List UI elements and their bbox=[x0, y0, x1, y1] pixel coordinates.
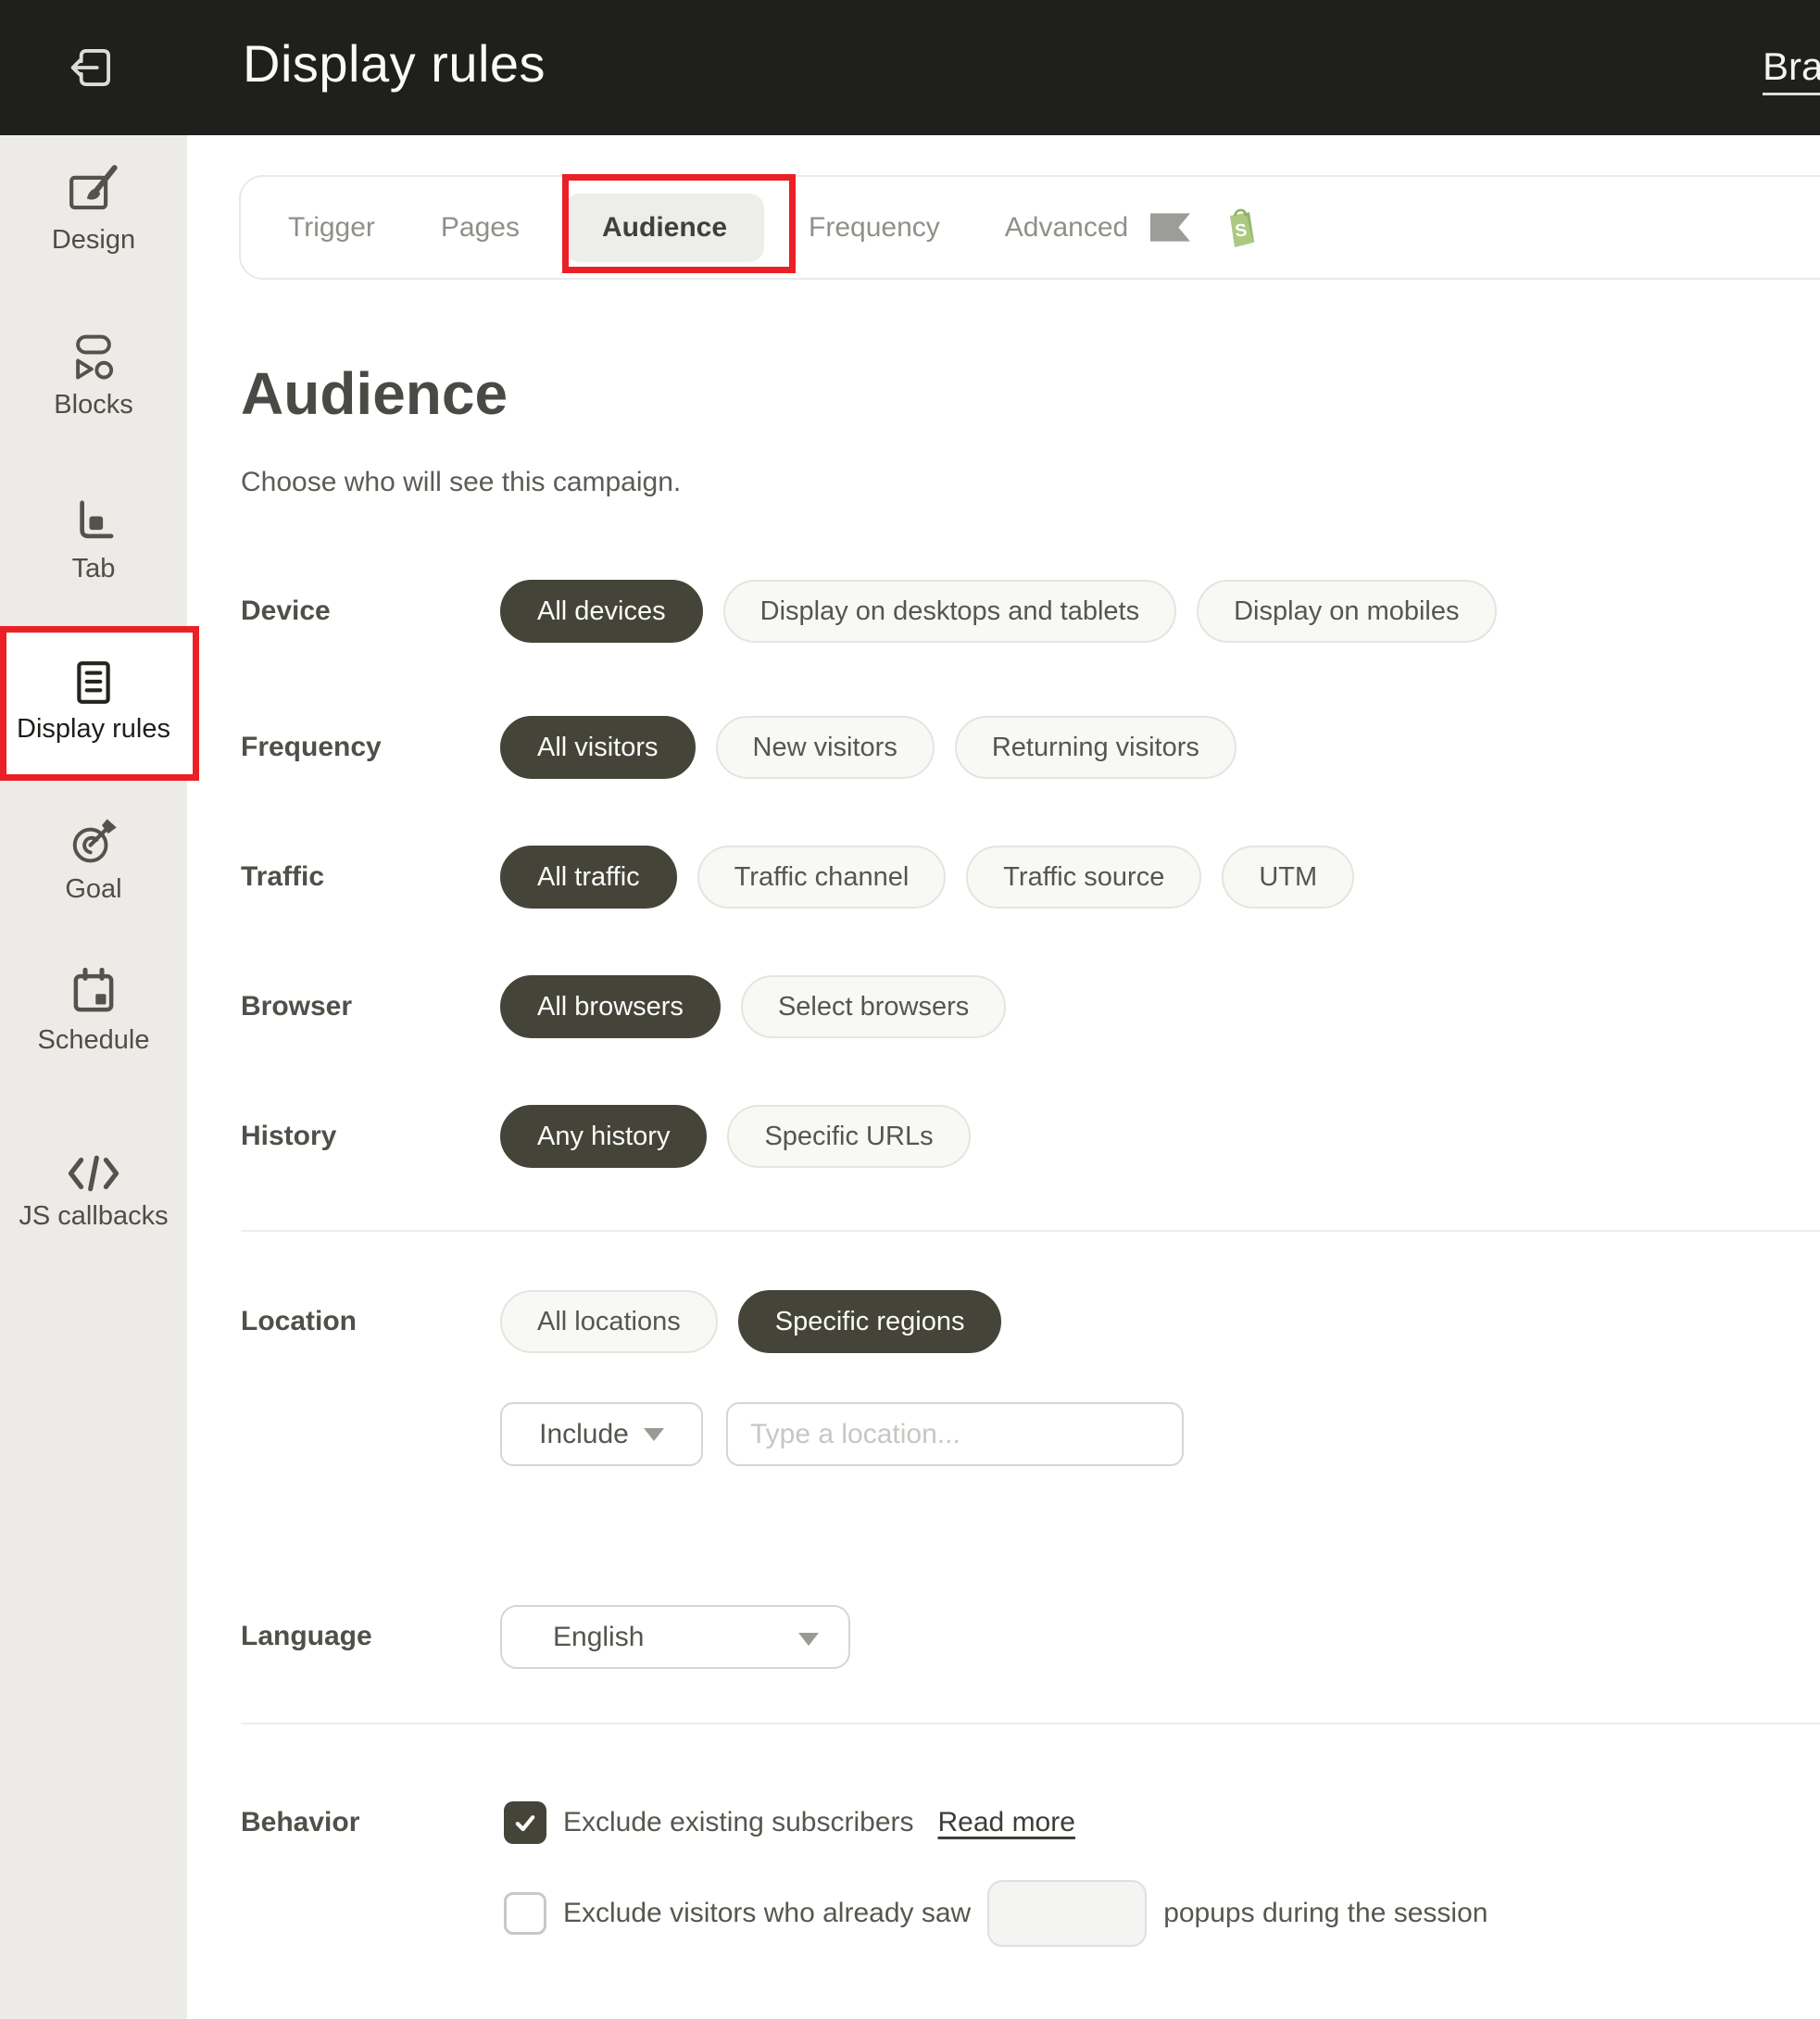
tab-trigger[interactable]: Trigger bbox=[288, 212, 375, 244]
section-title: Audience bbox=[241, 360, 508, 427]
read-more-link[interactable]: Read more bbox=[938, 1807, 1075, 1838]
divider bbox=[241, 1230, 1820, 1232]
sidebar-item-label: Schedule bbox=[0, 1025, 187, 1056]
behavior-exclude-subscribers: Exclude existing subscribers Read more bbox=[504, 1801, 1075, 1844]
option-all-locations[interactable]: All locations bbox=[500, 1290, 718, 1353]
section-subtitle: Choose who will see this campaign. bbox=[241, 467, 681, 498]
row-device: Device All devices Display on desktops a… bbox=[241, 580, 1815, 643]
row-label-traffic: Traffic bbox=[241, 861, 324, 893]
sidebar-item-js-callbacks[interactable]: JS callbacks bbox=[0, 1154, 187, 1232]
chevron-down-icon bbox=[644, 1428, 664, 1441]
sidebar-item-label: Display rules bbox=[0, 714, 187, 745]
row-language: Language English bbox=[241, 1605, 1815, 1668]
sidebar-item-schedule[interactable]: Schedule bbox=[0, 967, 187, 1056]
sidebar-item-label: JS callbacks bbox=[0, 1201, 187, 1232]
option-all-visitors[interactable]: All visitors bbox=[500, 716, 696, 779]
check-icon bbox=[512, 1810, 538, 1836]
row-label-browser: Browser bbox=[241, 991, 352, 1022]
behavior-exclude-saw: Exclude visitors who already saw popups … bbox=[504, 1880, 1487, 1947]
shopify-icon: S bbox=[1222, 206, 1259, 250]
main-content: Trigger Pages Audience Frequency Advance… bbox=[187, 135, 1820, 2019]
sidebar: Design Blocks Tab Display rules bbox=[0, 135, 187, 2019]
option-new-visitors[interactable]: New visitors bbox=[716, 716, 935, 779]
design-icon bbox=[65, 163, 122, 217]
branding-link[interactable]: Bra bbox=[1763, 44, 1820, 95]
schedule-icon bbox=[69, 967, 119, 1017]
code-icon bbox=[67, 1154, 120, 1193]
row-label-behavior: Behavior bbox=[241, 1807, 359, 1838]
sidebar-item-blocks[interactable]: Blocks bbox=[0, 332, 187, 420]
option-specific-urls[interactable]: Specific URLs bbox=[727, 1105, 970, 1168]
divider bbox=[241, 1723, 1820, 1724]
option-utm[interactable]: UTM bbox=[1222, 846, 1354, 909]
exclude-saw-checkbox[interactable] bbox=[504, 1892, 546, 1935]
option-all-traffic[interactable]: All traffic bbox=[500, 846, 677, 909]
svg-text:S: S bbox=[1235, 220, 1249, 241]
include-select-value: Include bbox=[539, 1419, 629, 1450]
option-traffic-source[interactable]: Traffic source bbox=[966, 846, 1201, 909]
row-label-location: Location bbox=[241, 1306, 357, 1337]
exclude-subscribers-text: Exclude existing subscribers bbox=[563, 1807, 914, 1838]
tab-advanced[interactable]: Advanced bbox=[1005, 212, 1128, 244]
row-browser: Browser All browsers Select browsers bbox=[241, 975, 1815, 1038]
sidebar-item-label: Goal bbox=[0, 874, 187, 905]
row-history: History Any history Specific URLs bbox=[241, 1105, 1815, 1168]
location-input[interactable] bbox=[726, 1402, 1184, 1466]
sidebar-item-tab[interactable]: Tab bbox=[0, 495, 187, 584]
advanced-flag-icon bbox=[1150, 213, 1190, 242]
option-all-browsers[interactable]: All browsers bbox=[500, 975, 721, 1038]
tab-bar: Trigger Pages Audience Frequency Advance… bbox=[239, 175, 1820, 280]
row-location: Location All locations Specific regions bbox=[241, 1290, 1815, 1353]
row-label-device: Device bbox=[241, 596, 331, 627]
language-select-value: English bbox=[553, 1622, 644, 1653]
exclude-saw-text-before: Exclude visitors who already saw bbox=[563, 1898, 971, 1929]
option-any-history[interactable]: Any history bbox=[500, 1105, 707, 1168]
sidebar-item-label: Blocks bbox=[0, 390, 187, 420]
option-traffic-channel[interactable]: Traffic channel bbox=[697, 846, 947, 909]
chevron-down-icon bbox=[798, 1633, 819, 1646]
tab-pages[interactable]: Pages bbox=[441, 212, 520, 244]
option-desktops-tablets[interactable]: Display on desktops and tablets bbox=[723, 580, 1176, 643]
row-label-frequency: Frequency bbox=[241, 732, 382, 763]
top-header-bar: Display rules Bra bbox=[0, 0, 1820, 135]
language-select[interactable]: English bbox=[500, 1605, 850, 1669]
row-traffic: Traffic All traffic Traffic channel Traf… bbox=[241, 846, 1815, 909]
option-returning-visitors[interactable]: Returning visitors bbox=[955, 716, 1236, 779]
tab-frequency[interactable]: Frequency bbox=[809, 212, 940, 244]
sidebar-item-goal[interactable]: Goal bbox=[0, 816, 187, 905]
page-title: Display rules bbox=[243, 33, 546, 94]
back-button[interactable] bbox=[59, 35, 124, 100]
goal-icon bbox=[69, 816, 119, 866]
location-controls: Include bbox=[500, 1402, 1184, 1466]
popup-count-input[interactable] bbox=[987, 1880, 1147, 1947]
display-rules-icon bbox=[70, 659, 117, 706]
option-select-browsers[interactable]: Select browsers bbox=[741, 975, 1006, 1038]
option-specific-regions[interactable]: Specific regions bbox=[738, 1290, 1002, 1353]
option-mobiles[interactable]: Display on mobiles bbox=[1197, 580, 1496, 643]
blocks-icon bbox=[69, 332, 119, 382]
tab-icon bbox=[69, 495, 119, 546]
tab-audience[interactable]: Audience bbox=[565, 194, 764, 262]
row-frequency: Frequency All visitors New visitors Retu… bbox=[241, 716, 1815, 779]
sidebar-item-display-rules[interactable]: Display rules bbox=[0, 630, 187, 778]
sidebar-item-label: Design bbox=[0, 225, 187, 256]
sidebar-item-design[interactable]: Design bbox=[0, 163, 187, 256]
sidebar-item-label: Tab bbox=[0, 554, 187, 584]
back-icon bbox=[68, 44, 116, 92]
row-label-history: History bbox=[241, 1121, 336, 1152]
option-all-devices[interactable]: All devices bbox=[500, 580, 703, 643]
include-select[interactable]: Include bbox=[500, 1402, 703, 1466]
row-label-language: Language bbox=[241, 1621, 372, 1652]
exclude-subscribers-checkbox[interactable] bbox=[504, 1801, 546, 1844]
exclude-saw-text-after: popups during the session bbox=[1163, 1898, 1487, 1929]
